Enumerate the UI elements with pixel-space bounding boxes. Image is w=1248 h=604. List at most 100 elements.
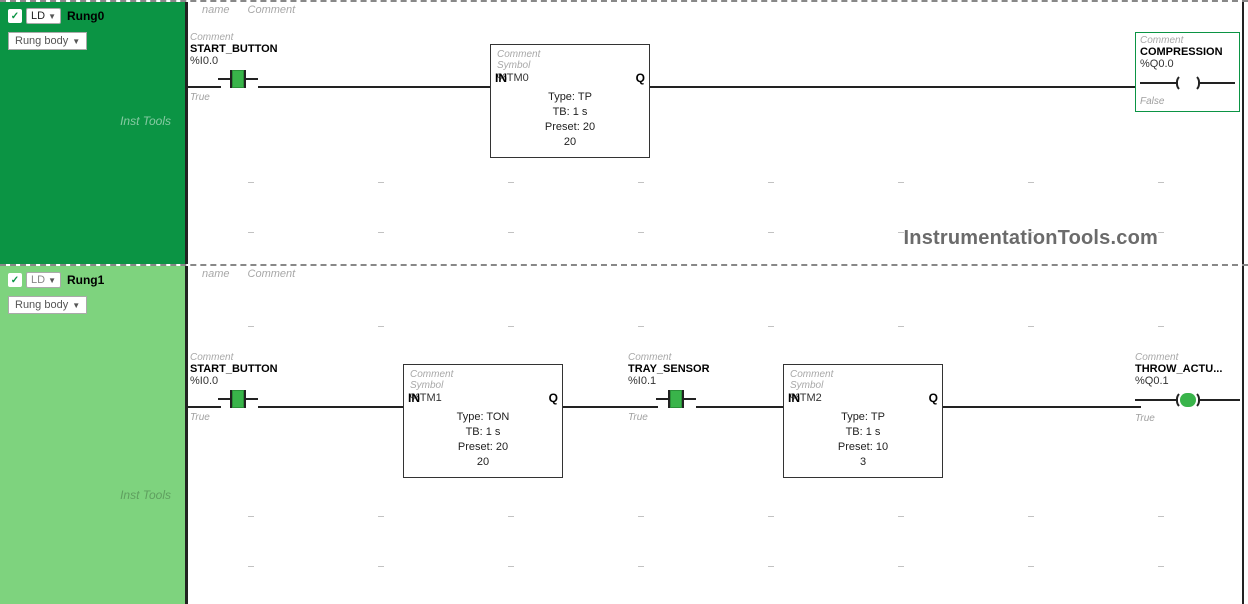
chevron-down-icon: ▼: [72, 37, 80, 46]
rung-1: ✓ LD ▼ Rung1 Rung body ▼ Inst Tools name…: [0, 264, 1248, 604]
timer-preset: 20: [496, 441, 508, 453]
col-comment: Comment: [248, 268, 296, 280]
timer-preset-lbl: Preset:: [545, 121, 580, 133]
timer-symbol: %TM2: [790, 392, 936, 404]
contact-start-button-2[interactable]: Comment START_BUTTON %I0.0 True: [190, 352, 278, 423]
timer-symbol: %TM1: [410, 392, 556, 404]
chevron-down-icon: ▼: [48, 276, 56, 285]
coil-compression[interactable]: Comment COMPRESSION %Q0.0 False: [1135, 32, 1240, 112]
timer-tb-lbl: TB:: [846, 426, 863, 438]
contact-address: %I0.0: [190, 375, 278, 387]
chevron-down-icon: ▼: [48, 12, 56, 21]
coil-comment: Comment: [1140, 35, 1235, 46]
contact-symbol: START_BUTTON: [190, 363, 278, 375]
timer-tm0[interactable]: Comment Symbol %TM0 IN Q Type: TP TB: 1 …: [490, 44, 650, 158]
body-label: Rung body: [15, 35, 68, 47]
contact-state: True: [190, 92, 278, 103]
timer-symbol-hint: Symbol: [410, 380, 556, 391]
rung0-body-dropdown[interactable]: Rung body ▼: [8, 32, 87, 50]
timer-in-pin: IN: [495, 71, 507, 85]
rung1-name[interactable]: Rung1: [67, 273, 104, 287]
watermark-small: Inst Tools: [120, 488, 171, 502]
coil-comment: Comment: [1135, 352, 1240, 363]
coil-address: %Q0.0: [1140, 58, 1235, 70]
col-name: name: [202, 268, 230, 280]
timer-q-pin: Q: [549, 391, 558, 405]
watermark-small: Inst Tools: [120, 114, 171, 128]
contact-comment: Comment: [628, 352, 710, 363]
timer-tm1[interactable]: Comment Symbol %TM1 IN Q Type: TON TB: 1…: [403, 364, 563, 478]
coil-state: True: [1135, 413, 1240, 424]
rung-0: ✓ LD ▼ Rung0 Rung body ▼ Inst Tools name…: [0, 0, 1248, 264]
coil-throw-actuator[interactable]: Comment THROW_ACTU... %Q0.1 True: [1135, 352, 1240, 424]
wire: [650, 86, 1136, 88]
timer-current: 20: [410, 455, 556, 470]
right-rail: [1242, 266, 1244, 604]
contact-symbol: TRAY_SENSOR: [628, 363, 710, 375]
timer-type-lbl: Type:: [841, 411, 868, 423]
timer-in-pin: IN: [788, 391, 800, 405]
wire: [258, 406, 403, 408]
timer-symbol-hint: Symbol: [497, 60, 643, 71]
rung0-enable-check[interactable]: ✓: [8, 9, 22, 23]
timer-current: 20: [497, 135, 643, 150]
contact-comment: Comment: [190, 32, 278, 43]
timer-type-lbl: Type:: [457, 411, 484, 423]
coil-symbol: THROW_ACTU...: [1135, 363, 1240, 375]
watermark: InstrumentationTools.com: [904, 227, 1158, 250]
coil-address: %Q0.1: [1135, 375, 1240, 387]
timer-preset: 20: [583, 121, 595, 133]
rung1-enable-check[interactable]: ✓: [8, 273, 22, 287]
timer-symbol: %TM0: [497, 72, 643, 84]
contact-symbol: START_BUTTON: [190, 43, 278, 55]
rung1-lang-dropdown[interactable]: LD ▼: [26, 272, 61, 288]
timer-type: TP: [578, 91, 592, 103]
contact-address: %I0.1: [628, 375, 710, 387]
chevron-down-icon: ▼: [72, 301, 80, 310]
timer-comment: Comment: [410, 369, 556, 380]
rung0-name[interactable]: Rung0: [67, 9, 104, 23]
timer-comment: Comment: [497, 49, 643, 60]
contact-tray-sensor[interactable]: Comment TRAY_SENSOR %I0.1 True: [628, 352, 710, 423]
timer-tb: 1 s: [866, 426, 881, 438]
right-rail: [1242, 2, 1244, 264]
timer-q-pin: Q: [929, 391, 938, 405]
timer-q-pin: Q: [636, 71, 645, 85]
timer-tm2[interactable]: Comment Symbol %TM2 IN Q Type: TP TB: 1 …: [783, 364, 943, 478]
timer-type: TP: [871, 411, 885, 423]
contact-state: True: [190, 412, 278, 423]
timer-current: 3: [790, 455, 936, 470]
rung1-body-dropdown[interactable]: Rung body ▼: [8, 296, 87, 314]
timer-tb-lbl: TB:: [553, 106, 570, 118]
coil-symbol: COMPRESSION: [1140, 46, 1235, 58]
contact-comment: Comment: [190, 352, 278, 363]
col-comment: Comment: [248, 4, 296, 16]
contact-address: %I0.0: [190, 55, 278, 67]
timer-type: TON: [486, 411, 509, 423]
timer-preset-lbl: Preset:: [838, 441, 873, 453]
timer-symbol-hint: Symbol: [790, 380, 936, 391]
wire: [696, 406, 783, 408]
timer-preset-lbl: Preset:: [458, 441, 493, 453]
contact-state: True: [628, 412, 710, 423]
wire: [258, 86, 490, 88]
contact-start-button[interactable]: Comment START_BUTTON %I0.0 True: [190, 32, 278, 103]
timer-preset: 10: [876, 441, 888, 453]
rung1-canvas[interactable]: name Comment Comment START_BUTTON %I0.0 …: [185, 266, 1248, 604]
timer-in-pin: IN: [408, 391, 420, 405]
rung0-canvas[interactable]: name Comment Comment START_BUTTON %I0.0 …: [185, 2, 1248, 264]
lang-label: LD: [31, 10, 45, 22]
timer-tb-lbl: TB:: [466, 426, 483, 438]
timer-comment: Comment: [790, 369, 936, 380]
col-name: name: [202, 4, 230, 16]
wire: [943, 406, 1141, 408]
timer-tb: 1 s: [486, 426, 501, 438]
rung0-lang-dropdown[interactable]: LD ▼: [26, 8, 61, 24]
rung1-sidebar: ✓ LD ▼ Rung1 Rung body ▼ Inst Tools: [0, 266, 185, 604]
lang-label: LD: [31, 274, 45, 286]
timer-tb: 1 s: [573, 106, 588, 118]
coil-state: False: [1140, 96, 1235, 107]
body-label: Rung body: [15, 299, 68, 311]
timer-type-lbl: Type:: [548, 91, 575, 103]
rung0-sidebar: ✓ LD ▼ Rung0 Rung body ▼ Inst Tools: [0, 2, 185, 264]
